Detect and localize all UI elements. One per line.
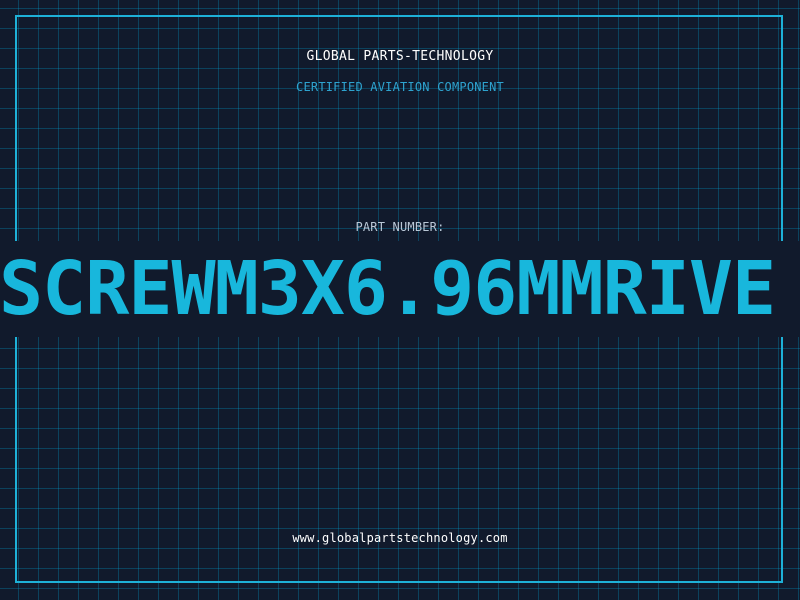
certificate-canvas: GLOBAL PARTS-TECHNOLOGY CERTIFIED AVIATI… — [0, 0, 800, 600]
website-url: www.globalpartstechnology.com — [292, 531, 508, 545]
part-number-label: PART NUMBER: — [355, 220, 445, 234]
company-name: GLOBAL PARTS-TECHNOLOGY — [306, 49, 494, 64]
certification-subtitle: CERTIFIED AVIATION COMPONENT — [296, 80, 504, 94]
part-number-value: SCREWM3X6.96MMRIVE — [0, 246, 776, 332]
